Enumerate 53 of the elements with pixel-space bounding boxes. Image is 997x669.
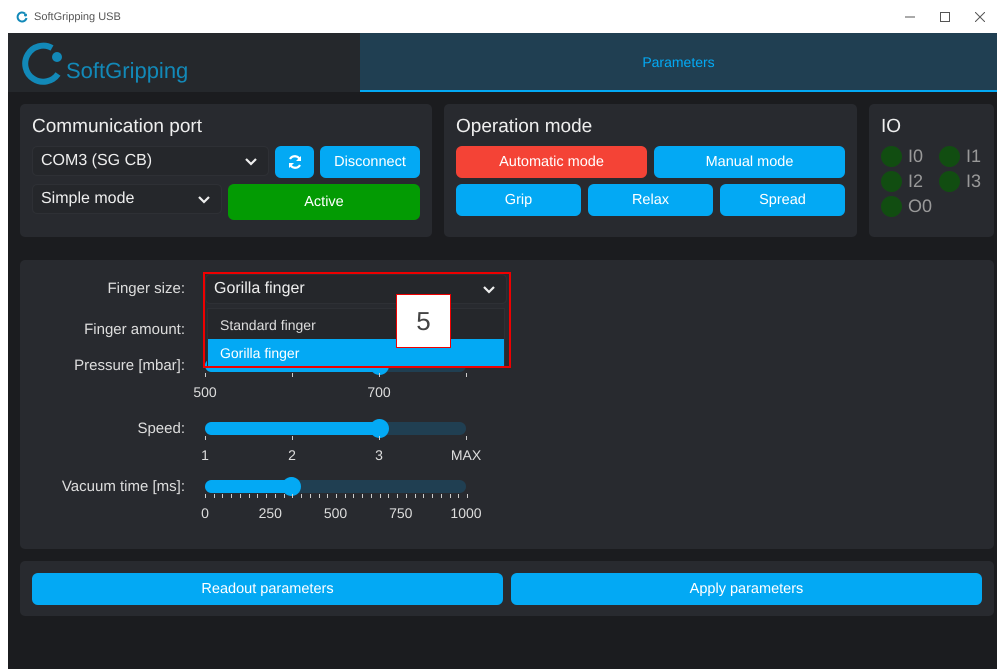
io-label: O0 [908,196,932,217]
io-label: I1 [966,146,982,167]
tick-label: MAX [450,447,482,463]
mode-dropdown[interactable]: Simple mode [32,184,222,214]
logo-icon [22,40,64,86]
tick-label: 1000 [450,505,482,521]
refresh-icon [286,154,302,170]
tick-label: 250 [258,505,282,521]
refresh-button[interactable] [275,146,314,178]
parameters-button[interactable]: Readout parameters [32,573,503,605]
io-label: I3 [966,171,982,192]
tab[interactable]: Parameters [360,33,997,92]
disconnect-button[interactable]: Disconnect [320,146,420,178]
chevron-icon [482,284,496,294]
tick-label: 500 [193,384,217,400]
action-button[interactable]: Relax [588,184,713,216]
tick-label: 2 [288,447,296,463]
panel-title: Operation mode [456,116,594,138]
window-title: SoftGripping USB [34,10,121,22]
number-tooltip: 5 [396,294,451,348]
tick-label: 3 [375,447,383,463]
dropdown-option[interactable]: Standard finger [220,317,316,333]
mode-button[interactable]: Manual mode [654,146,845,178]
chevron-icon [197,194,211,204]
slider-thumb[interactable] [370,419,390,438]
parameters-button[interactable]: Apply parameters [511,573,982,605]
io-label: I2 [908,171,924,192]
logo-text: SoftGripping [66,58,188,84]
slider-thumb[interactable] [282,477,302,496]
panel-title: Communication port [32,116,204,138]
panel-title: IO [881,116,902,138]
tick-label: 700 [367,384,391,400]
io-label: I0 [908,146,924,167]
parameter-label: Finger size: [107,279,185,299]
tick-label: 1 [201,447,209,463]
dropdown-option[interactable]: Gorilla finger [220,345,300,361]
maximize-icon[interactable] [940,12,950,22]
action-button[interactable]: Spread [720,184,845,216]
close-icon[interactable] [974,12,984,22]
port-dropdown[interactable]: COM3 (SG CB) [32,146,269,176]
parameter-label: Speed: [137,419,185,439]
status-button[interactable]: Active [228,184,420,220]
finger-size-dropdown[interactable]: Gorilla finger [205,274,507,304]
tick-label: 750 [389,505,412,521]
tick-label: 0 [201,505,209,521]
mode-button[interactable]: Automatic mode [456,146,647,178]
action-button[interactable]: Grip [456,184,581,216]
parameter-label: Pressure [mbar]: [74,356,185,376]
tick-label: 500 [324,505,348,521]
parameter-label: Finger amount: [84,320,185,340]
parameter-label: Vacuum time [ms]: [62,477,185,497]
chevron-icon [244,156,258,166]
app-icon [16,10,28,22]
